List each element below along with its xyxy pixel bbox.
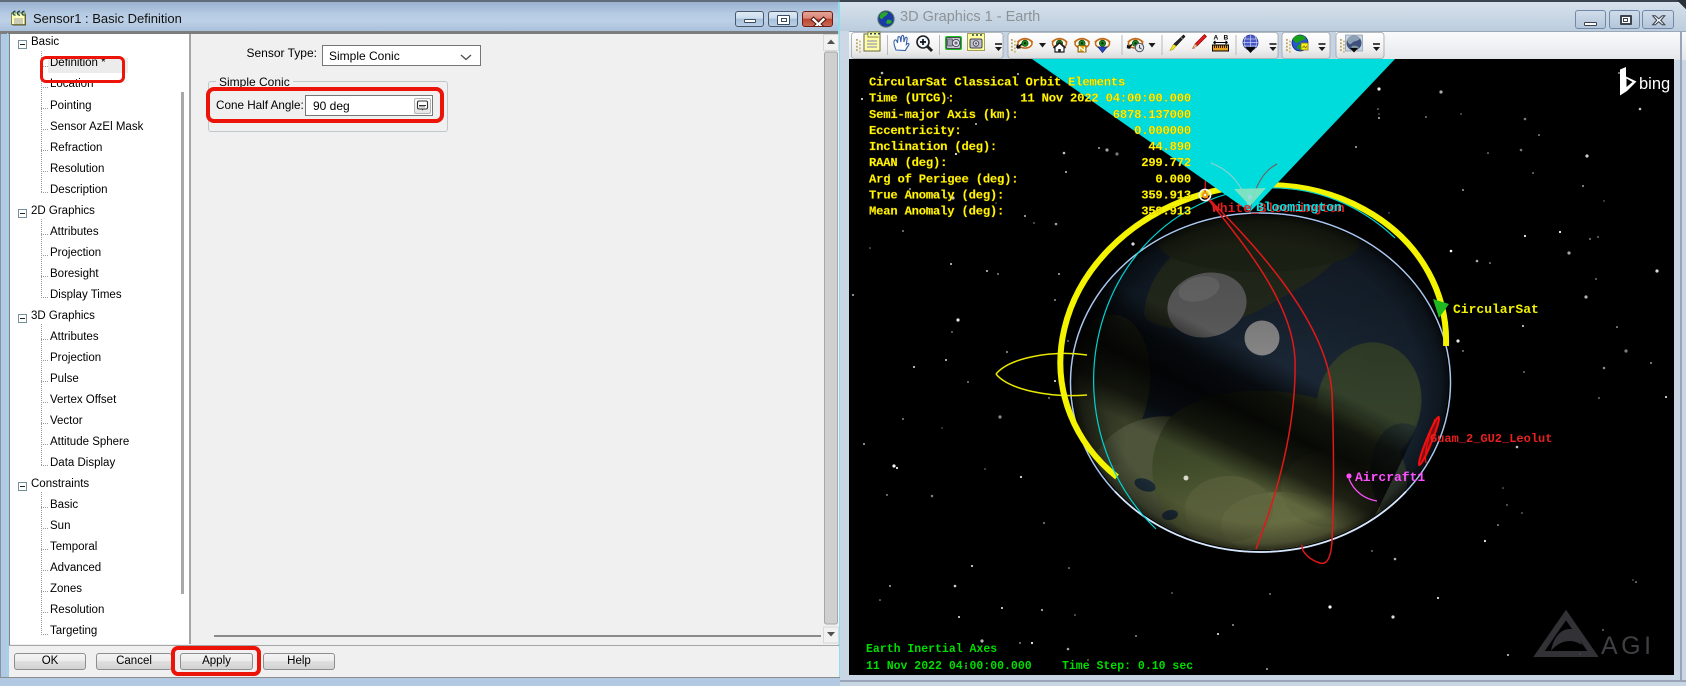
svg-text:359.913: 359.913 [1141,205,1191,219]
svg-text:Mean Anomaly (deg):: Mean Anomaly (deg): [869,205,1004,219]
svg-text:Aircraft1: Aircraft1 [1355,470,1425,485]
svg-text:Semi-major Axis (km):: Semi-major Axis (km): [869,108,1018,122]
svg-text:CircularSat: CircularSat [1453,302,1539,317]
svg-text:bing: bing [1639,75,1670,93]
svg-text:True Anomaly (deg):: True Anomaly (deg): [869,189,1004,203]
svg-text:Time Step: 0.10 sec: Time Step: 0.10 sec [1062,660,1193,673]
svg-text:0.000000: 0.000000 [1134,124,1191,138]
svg-text:Eccentricity:: Eccentricity: [869,124,961,138]
svg-text:A: A [1214,35,1219,42]
svg-text:359.913: 359.913 [1141,189,1191,203]
svg-text:AGI: AGI [1601,632,1655,660]
svg-text:Time (UTCG):: Time (UTCG): [869,92,954,106]
svg-text:6878.137000: 6878.137000 [1113,108,1191,122]
svg-text:RAAN (deg):: RAAN (deg): [869,156,947,170]
svg-text:44.890: 44.890 [1148,140,1191,154]
svg-text:299.772: 299.772 [1141,156,1191,170]
svg-text:Bloomington: Bloomington [1256,200,1342,215]
svg-text:0.000: 0.000 [1155,172,1191,186]
svg-text:Arg of Perigee (deg):: Arg of Perigee (deg): [869,172,1018,186]
svg-text:11 Nov 2022 04:00:00.000: 11 Nov 2022 04:00:00.000 [1020,92,1191,106]
svg-text:B: B [1224,35,1229,42]
svg-text:CircularSat Classical Orbit El: CircularSat Classical Orbit Elements [869,76,1125,90]
svg-text:Inclination (deg):: Inclination (deg): [869,140,997,154]
svg-text:Earth Inertial Axes: Earth Inertial Axes [866,643,997,656]
svg-text:Guam_2_GU2_Leolut: Guam_2_GU2_Leolut [1430,432,1552,446]
svg-text:11 Nov 2022 04:00:00.000: 11 Nov 2022 04:00:00.000 [866,660,1032,673]
